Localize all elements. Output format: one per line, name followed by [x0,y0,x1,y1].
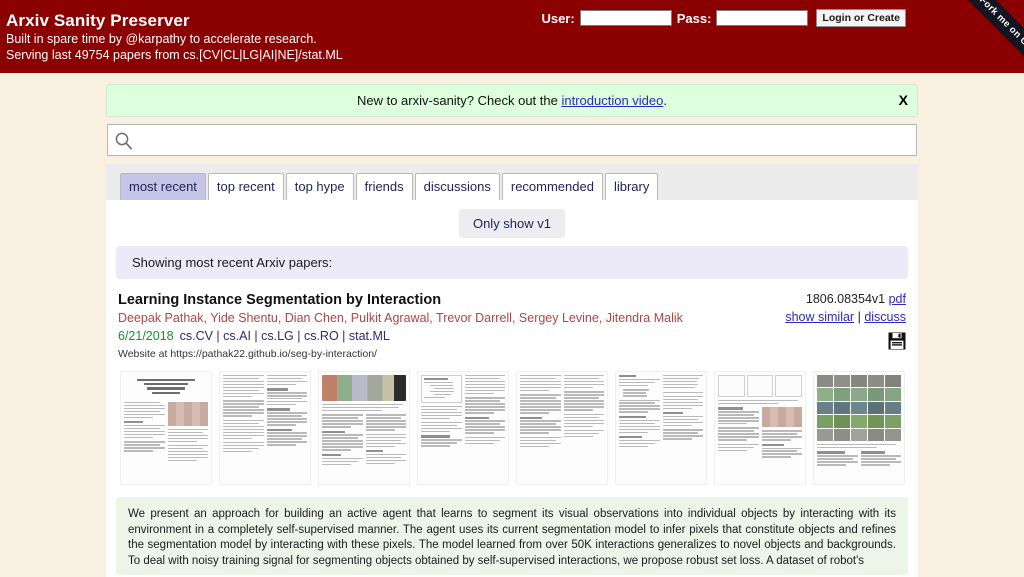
showing-status-banner: Showing most recent Arxiv papers: [116,246,908,279]
site-title: Arxiv Sanity Preserver [6,11,190,30]
paper-abstract: We present an approach for building an a… [116,497,908,575]
tab-discussions[interactable]: discussions [414,173,500,200]
login-or-create-button[interactable]: Login or Create [816,9,906,27]
user-input[interactable] [579,10,672,26]
search-input[interactable] [138,127,916,153]
only-show-v1-button[interactable]: Only show v1 [458,208,566,238]
close-notice-button[interactable]: X [899,85,908,116]
intro-notice-banner: New to arxiv-sanity? Check out the intro… [106,84,918,117]
floppy-disk-icon [888,332,906,355]
tab-bar: most recent top recent top hype friends … [106,164,918,200]
paper-entry: Learning Instance Segmentation by Intera… [106,279,918,361]
user-label: User: [541,10,575,26]
paper-categories: cs.CV | cs.AI | cs.LG | cs.RO | stat.ML [179,329,390,343]
page-3-thumbnail[interactable] [316,369,412,487]
paper-arxiv-id: 1806.08354v1 [805,292,886,306]
notice-text-after: . [663,93,667,108]
filter-row: Only show v1 [106,200,918,246]
page-4-thumbnail[interactable] [415,369,511,487]
tab-most-recent[interactable]: most recent [120,173,206,200]
site-header: Arxiv Sanity Preserver Built in spare ti… [0,0,1024,73]
paper-id-row: 1806.08354v1 pdf [785,291,906,308]
fork-me-on-github-ribbon[interactable]: Fork me on GitHub [930,0,1024,73]
tab-friends[interactable]: friends [355,173,413,200]
show-similar-link[interactable]: show similar [785,310,854,324]
search-bar[interactable] [107,124,917,156]
main-panel: most recent top recent top hype friends … [106,164,918,577]
page-5-thumbnail[interactable] [514,369,610,487]
page-6-thumbnail[interactable] [613,369,709,487]
page-2-thumbnail[interactable] [217,369,313,487]
link-separator: | [857,310,861,324]
save-to-library-button[interactable] [785,332,906,355]
site-branding: Arxiv Sanity Preserver Built in spare ti… [6,11,343,63]
paper-thumbnail-strip [106,361,918,491]
site-subtitle-line-1: Built in spare time by @karpathy to acce… [6,32,317,46]
tab-top-hype[interactable]: top hype [285,173,354,200]
discuss-link[interactable]: discuss [864,310,906,324]
tab-library[interactable]: library [604,173,659,200]
paper-links-row: show similar | discuss [785,309,906,326]
tab-recommended[interactable]: recommended [501,173,603,200]
page-wrapper: New to arxiv-sanity? Check out the intro… [0,84,1024,577]
page-8-thumbnail[interactable] [811,369,907,487]
paper-actions: 1806.08354v1 pdf show similar | discuss [785,291,906,355]
page-7-thumbnail[interactable] [712,369,808,487]
page-1-thumbnail[interactable] [118,369,214,487]
introduction-video-link[interactable]: introduction video [561,93,663,108]
fork-ribbon-label: Fork me on GitHub [953,0,1024,73]
login-form: User: Pass: Login or Create [541,9,906,27]
site-subtitle-line-2: Serving last 49754 papers from cs.[CV|CL… [6,48,343,62]
pass-label: Pass: [676,10,712,26]
paper-date: 6/21/2018 [118,329,174,343]
password-input[interactable] [716,10,809,26]
search-icon [108,131,138,150]
pdf-link[interactable]: pdf [889,292,906,306]
showing-status-text: Showing most recent Arxiv papers: [132,255,333,270]
notice-text-before: New to arxiv-sanity? Check out the [356,93,562,108]
tab-top-recent[interactable]: top recent [207,173,284,200]
